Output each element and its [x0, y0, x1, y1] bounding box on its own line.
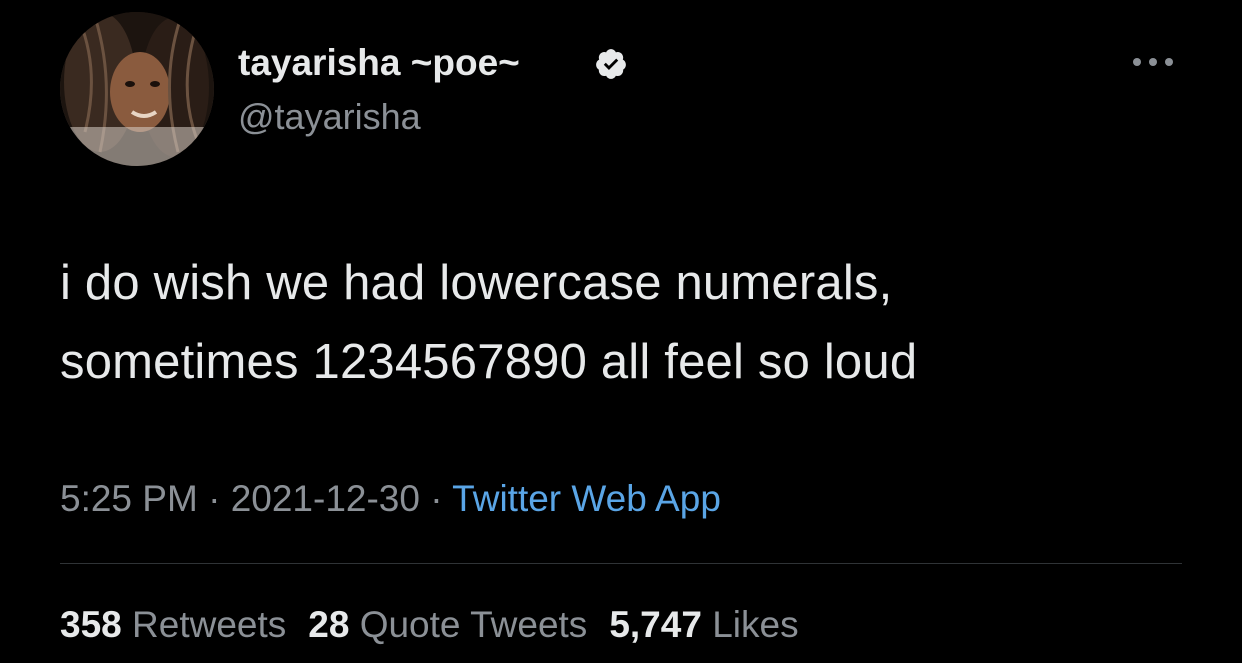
- tweet-source-link[interactable]: Twitter Web App: [452, 478, 721, 519]
- likes-label: Likes: [712, 604, 799, 645]
- tweet-card: tayarisha ~poe~ @tayarisha i do wish we …: [0, 0, 1242, 663]
- verified-badge-icon: [596, 49, 626, 79]
- tweet-text: i do wish we had lowercase numerals, som…: [60, 244, 1200, 402]
- quote-tweets-label: Quote Tweets: [359, 604, 588, 645]
- divider: [60, 563, 1182, 564]
- avatar-photo-icon: [60, 12, 214, 166]
- likes-count: 5,747: [609, 604, 702, 645]
- meta-separator: ·: [419, 478, 453, 519]
- user-handle[interactable]: @tayarisha: [238, 96, 421, 138]
- likes-stat[interactable]: 5,747 Likes: [609, 604, 798, 645]
- display-name[interactable]: tayarisha ~poe~: [238, 42, 520, 84]
- meta-separator: ·: [197, 478, 231, 519]
- tweet-text-line-1: i do wish we had lowercase numerals,: [60, 256, 893, 310]
- tweet-time[interactable]: 5:25 PM: [60, 478, 198, 519]
- retweets-count: 358: [60, 604, 122, 645]
- tweet-meta: 5:25 PM · 2021-12-30 · Twitter Web App: [60, 478, 721, 520]
- more-options-icon[interactable]: [1126, 47, 1180, 77]
- quote-tweets-stat[interactable]: 28 Quote Tweets: [308, 604, 587, 645]
- avatar[interactable]: [60, 12, 214, 166]
- quote-tweets-count: 28: [308, 604, 350, 645]
- tweet-stats: 358 Retweets 28 Quote Tweets 5,747 Likes: [60, 604, 821, 646]
- retweets-label: Retweets: [132, 604, 287, 645]
- tweet-text-line-2: sometimes 1234567890 all feel so loud: [60, 335, 918, 389]
- retweets-stat[interactable]: 358 Retweets: [60, 604, 286, 645]
- tweet-date[interactable]: 2021-12-30: [231, 478, 420, 519]
